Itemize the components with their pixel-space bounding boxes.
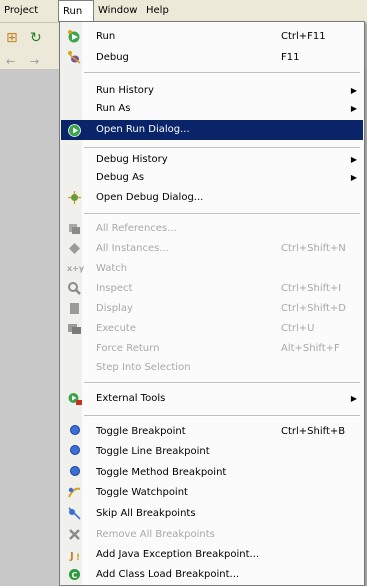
menu-item-label: Debug — [96, 52, 129, 63]
menu-item-label: Execute — [96, 323, 136, 334]
menu-item-shortcut: Ctrl+Shift+D — [281, 303, 346, 314]
run-icon — [67, 29, 82, 44]
menu-item-label: External Tools — [96, 393, 166, 404]
display-icon — [67, 301, 82, 316]
menu-bar: Project Run Window Help — [0, 0, 367, 23]
menu-item-label: Remove All Breakpoints — [96, 529, 215, 540]
menu-item-shortcut: Ctrl+Shift+B — [281, 426, 346, 437]
watchpoint-icon — [67, 485, 82, 500]
menu-item-add-java-exception-breakpoint[interactable]: J! Add Java Exception Breakpoint... — [61, 544, 363, 565]
menu-item-label: All Instances... — [96, 243, 169, 254]
menu-item-label: Add Class Load Breakpoint... — [96, 569, 240, 580]
menu-item-label: Force Return — [96, 343, 160, 354]
menu-item-toggle-method-breakpoint[interactable]: Toggle Method Breakpoint — [61, 462, 363, 483]
watch-icon: x+y — [67, 264, 85, 273]
menu-item-label: Run As — [96, 103, 131, 114]
submenu-arrow-icon: ▶ — [350, 173, 357, 182]
menu-item-toggle-breakpoint[interactable]: Toggle Breakpoint Ctrl+Shift+B — [61, 421, 363, 442]
menu-item-label: Open Debug Dialog... — [96, 192, 204, 203]
breakpoint-icon — [67, 424, 82, 439]
menu-item-label: Toggle Watchpoint — [96, 487, 188, 498]
menu-item-label: Inspect — [96, 283, 133, 294]
menu-run[interactable]: Run — [58, 0, 94, 22]
menu-item-run-as[interactable]: Run As ▶ — [61, 98, 363, 119]
menu-item-debug[interactable]: Debug F11 — [61, 47, 363, 68]
instances-icon — [67, 241, 82, 256]
debug-icon — [67, 50, 82, 65]
menu-item-label: All References... — [96, 223, 177, 234]
menu-separator — [84, 382, 360, 384]
menu-item-label: Debug As — [96, 172, 145, 183]
grid-icon[interactable]: ⊞ — [6, 31, 18, 45]
menu-item-watch: x+y Watch — [61, 258, 363, 279]
menu-item-shortcut: Ctrl+Shift+N — [281, 243, 346, 254]
menu-item-label: Toggle Breakpoint — [96, 426, 186, 437]
svg-text:!: ! — [76, 553, 80, 562]
menu-item-shortcut: Ctrl+Shift+I — [281, 283, 342, 294]
menu-item-remove-all-breakpoints: Remove All Breakpoints — [61, 524, 363, 545]
menu-item-shortcut: Ctrl+U — [281, 323, 315, 334]
menu-item-label: Toggle Method Breakpoint — [96, 467, 227, 478]
debug-dialog-icon — [67, 190, 82, 205]
menu-item-label: Run — [96, 31, 116, 42]
skip-breakpoints-icon — [67, 506, 82, 521]
menu-help[interactable]: Help — [142, 0, 173, 22]
menu-item-run[interactable]: Run Ctrl+F11 — [61, 26, 363, 47]
menu-item-label: Skip All Breakpoints — [96, 508, 196, 519]
menu-item-execute: Execute Ctrl+U — [61, 318, 363, 339]
menu-item-inspect: Inspect Ctrl+Shift+I — [61, 278, 363, 299]
menu-project[interactable]: Project — [0, 0, 42, 22]
execute-icon — [67, 321, 82, 336]
menu-item-toggle-line-breakpoint[interactable]: Toggle Line Breakpoint — [61, 441, 363, 462]
class-load-breakpoint-icon: C — [67, 567, 82, 582]
references-icon — [67, 221, 82, 236]
menu-item-label: Toggle Line Breakpoint — [96, 446, 210, 457]
menu-separator — [84, 415, 360, 417]
menu-item-label: Watch — [96, 263, 128, 274]
menu-item-shortcut: F11 — [281, 52, 300, 63]
breakpoint-icon — [67, 444, 82, 459]
menu-item-shortcut: Alt+Shift+F — [281, 343, 340, 354]
submenu-arrow-icon: ▶ — [350, 394, 357, 403]
menu-item-add-class-load-breakpoint[interactable]: C Add Class Load Breakpoint... — [61, 564, 363, 585]
exception-breakpoint-icon: J! — [67, 547, 82, 563]
menu-item-display: Display Ctrl+Shift+D — [61, 298, 363, 319]
back-arrow-icon[interactable]: ← — [6, 55, 15, 69]
menu-item-step-into-selection: Step Into Selection — [61, 357, 363, 378]
menu-item-all-instances: All Instances... Ctrl+Shift+N — [61, 238, 363, 259]
menu-separator — [84, 213, 360, 215]
menu-item-label: Display — [96, 303, 133, 314]
refresh-icon[interactable]: ↻ — [30, 31, 42, 45]
remove-breakpoints-icon — [67, 527, 82, 542]
menu-item-force-return: Force Return Alt+Shift+F — [61, 338, 363, 359]
menu-separator — [84, 72, 360, 74]
menu-item-external-tools[interactable]: External Tools ▶ — [61, 388, 363, 409]
run-dialog-icon — [67, 123, 82, 138]
inspect-icon — [67, 281, 82, 296]
menu-item-all-references: All References... — [61, 218, 363, 239]
menu-item-debug-as[interactable]: Debug As ▶ — [61, 167, 363, 188]
menu-item-skip-all-breakpoints[interactable]: Skip All Breakpoints — [61, 503, 363, 524]
breakpoint-icon — [67, 465, 82, 480]
menu-item-open-debug-dialog[interactable]: Open Debug Dialog... — [61, 187, 363, 208]
svg-text:J: J — [69, 551, 74, 562]
external-tools-icon — [67, 391, 82, 406]
run-menu-dropdown: Run Ctrl+F11 Debug F11 Run History ▶ Run… — [59, 21, 365, 586]
menu-window[interactable]: Window — [94, 0, 141, 22]
menu-item-label: Open Run Dialog... — [96, 124, 190, 135]
forward-arrow-icon[interactable]: → — [30, 55, 39, 69]
menu-item-open-run-dialog[interactable]: Open Run Dialog... — [61, 120, 363, 140]
menu-item-label: Add Java Exception Breakpoint... — [96, 549, 260, 560]
svg-text:C: C — [72, 571, 78, 580]
menu-item-label: Step Into Selection — [96, 362, 191, 373]
menu-item-shortcut: Ctrl+F11 — [281, 31, 326, 42]
submenu-arrow-icon: ▶ — [350, 104, 357, 113]
menu-item-toggle-watchpoint[interactable]: Toggle Watchpoint — [61, 482, 363, 503]
